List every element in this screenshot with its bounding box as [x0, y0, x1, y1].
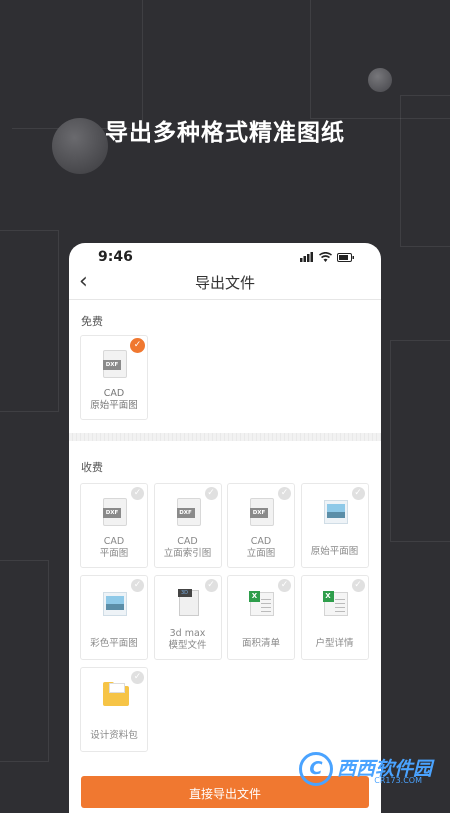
checkmark-icon[interactable]: ✓: [131, 487, 144, 500]
checkmark-icon[interactable]: ✓: [130, 338, 145, 353]
card-caption: CAD 立面索引图: [155, 536, 221, 560]
image-file-icon: [323, 500, 348, 524]
wifi-icon: [319, 252, 332, 262]
file-type-card[interactable]: DXF ✓ CAD 立面索引图: [153, 483, 222, 568]
nav-bar: ‹ 导出文件: [69, 269, 381, 300]
folder-icon: [103, 682, 129, 706]
file-type-card[interactable]: DXF ✓ CAD 原始平面图: [80, 335, 148, 420]
card-caption-line2: 原始平面图: [90, 400, 138, 411]
card-caption-line1: CAD: [177, 536, 198, 547]
phone-screen: 9:46 ‹ 导出文件 免费 DXF ✓ CAD 原始平面图 收费 DXF ✓ CAD 平面…: [69, 243, 381, 813]
watermark-logo: C: [298, 752, 333, 786]
signal-icon: [300, 252, 313, 262]
watermark: C 西西软件园 CR173.COM: [298, 752, 432, 786]
card-caption-line1: 3d max: [169, 628, 206, 639]
file-type-card[interactable]: DXF ✓ CAD 立面图: [227, 483, 295, 568]
file-type-card[interactable]: DXF ✓ CAD 平面图: [80, 483, 148, 568]
dxf-file-icon: DXF: [250, 498, 274, 526]
checkmark-icon[interactable]: ✓: [131, 671, 144, 684]
status-bar: 9:46: [69, 243, 381, 273]
3d-model-icon: 3D: [177, 589, 199, 616]
file-type-card[interactable]: ✓ 设计资料包: [80, 667, 148, 752]
background-line: [0, 560, 49, 762]
file-type-card[interactable]: X ✓ 户型详情: [300, 575, 369, 660]
background-line: [0, 230, 59, 412]
card-caption-line1: 设计资料包: [90, 730, 138, 741]
file-type-card[interactable]: 3D ✓ 3d max 模型文件: [153, 575, 222, 660]
card-caption: CAD 原始平面图: [81, 388, 147, 412]
checkmark-icon[interactable]: ✓: [278, 579, 291, 592]
checkmark-icon[interactable]: ✓: [351, 487, 365, 500]
page-title: 导出文件: [194, 274, 255, 292]
file-type-card[interactable]: ✓ 彩色平面图: [80, 575, 148, 660]
decorative-circle: [368, 68, 392, 92]
card-caption-line2: 立面索引图: [163, 548, 212, 559]
dxf-file-icon: DXF: [176, 498, 201, 526]
checkmark-icon[interactable]: ✓: [204, 487, 218, 500]
battery-icon: [337, 252, 354, 262]
dxf-file-icon: DXF: [103, 498, 127, 526]
background-line: [390, 340, 450, 542]
card-caption-line2: 模型文件: [168, 640, 207, 651]
dxf-file-icon: DXF: [103, 350, 127, 378]
card-caption: 3d max 模型文件: [155, 628, 221, 652]
card-caption-line1: CAD: [103, 536, 125, 547]
card-caption-line2: 平面图: [99, 548, 129, 559]
card-caption-line1: 原始平面图: [310, 546, 359, 557]
excel-file-icon: X: [249, 591, 274, 616]
status-icons: [300, 252, 355, 262]
watermark-subtext: CR173.COM: [374, 776, 422, 785]
card-caption-line1: 面积清单: [241, 638, 280, 649]
background-line: [12, 0, 143, 129]
card-caption: 面积清单: [228, 638, 294, 650]
checkmark-icon[interactable]: ✓: [278, 487, 291, 500]
card-caption-line1: 户型详情: [315, 638, 354, 649]
card-caption: 设计资料包: [81, 730, 147, 742]
checkmark-icon[interactable]: ✓: [204, 579, 218, 592]
card-caption: 彩色平面图: [81, 638, 147, 650]
free-section-label: 免费: [81, 315, 103, 328]
file-type-card[interactable]: ✓ 原始平面图: [300, 483, 369, 568]
card-caption-line1: CAD: [103, 388, 125, 399]
checkmark-icon[interactable]: ✓: [351, 579, 365, 592]
card-caption-line1: CAD: [250, 536, 272, 547]
card-caption: 户型详情: [302, 638, 368, 650]
card-caption: CAD 平面图: [81, 536, 147, 560]
excel-file-icon: X: [322, 591, 348, 616]
card-caption-line2: 立面图: [246, 548, 276, 559]
image-file-icon: [103, 592, 127, 616]
status-time: 9:46: [98, 249, 133, 265]
card-caption: 原始平面图: [302, 546, 368, 558]
card-caption: CAD 立面图: [228, 536, 294, 560]
card-caption-line1: 彩色平面图: [90, 638, 138, 649]
checkmark-icon[interactable]: ✓: [131, 579, 144, 592]
headline: 导出多种格式精准图纸: [105, 120, 345, 146]
file-type-card[interactable]: X ✓ 面积清单: [227, 575, 295, 660]
paid-section-label: 收费: [81, 461, 103, 474]
section-divider: [69, 433, 381, 441]
